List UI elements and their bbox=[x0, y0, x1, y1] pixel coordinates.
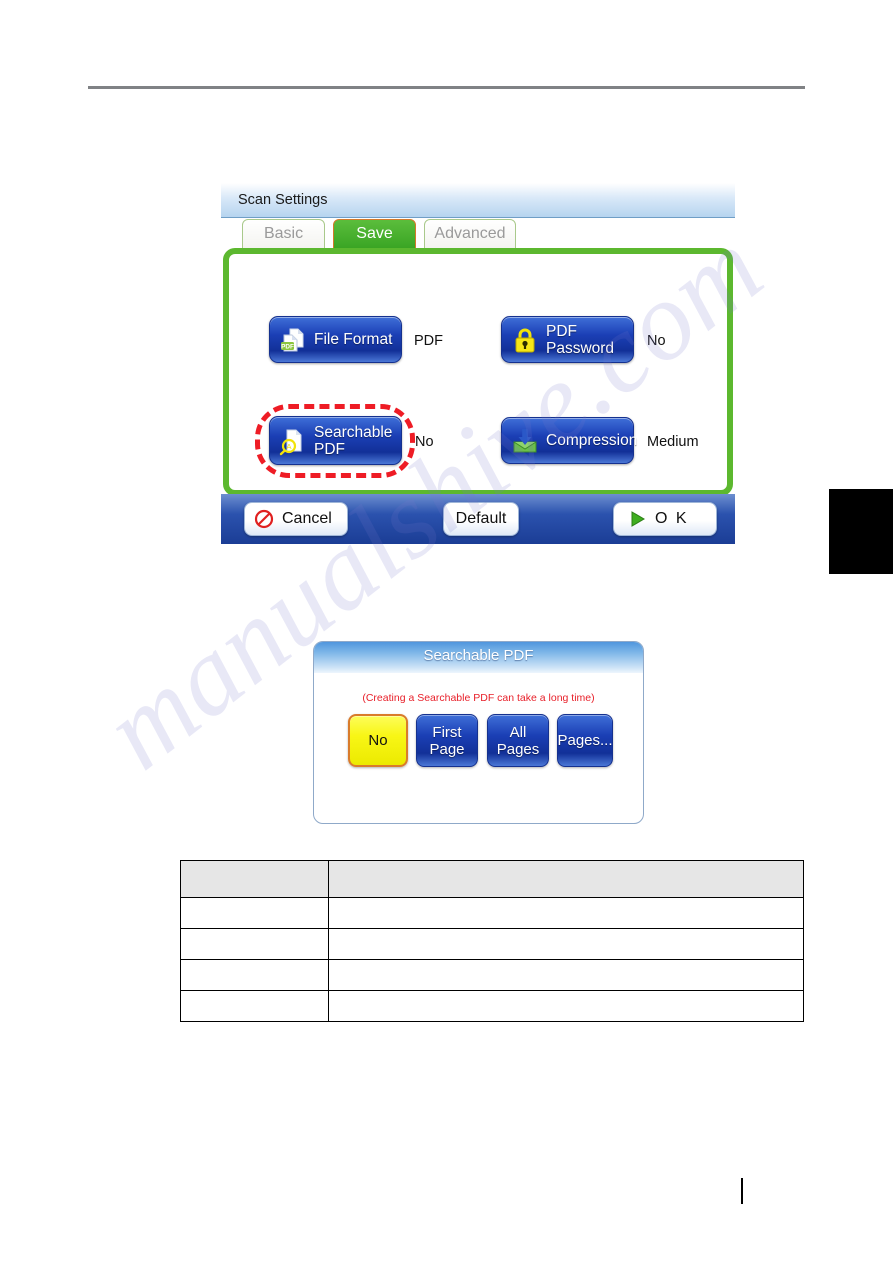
page-title: Scan Settings bbox=[238, 192, 328, 208]
option-all-pages-button[interactable]: All Pages bbox=[487, 714, 549, 767]
tab-save[interactable]: Save bbox=[333, 219, 416, 249]
table-cell bbox=[328, 928, 804, 960]
scan-settings-dialog: Scan Settings Basic Save Advanced PDF Fi… bbox=[221, 183, 735, 564]
option-all-pages-label: All Pages bbox=[497, 724, 540, 758]
pdf-password-label-line1: PDF bbox=[546, 322, 577, 340]
option-first-page-label-line2: Page bbox=[429, 740, 465, 758]
file-format-value: PDF bbox=[414, 333, 443, 349]
file-format-label: File Format bbox=[314, 331, 393, 348]
compression-label: Compression bbox=[546, 432, 638, 449]
option-first-page-button[interactable]: First Page bbox=[416, 714, 478, 767]
chapter-thumb-index bbox=[829, 489, 893, 574]
padlock-icon bbox=[510, 325, 540, 355]
file-format-button[interactable]: PDF File Format bbox=[269, 316, 402, 363]
table-cell bbox=[328, 990, 804, 1022]
searchable-pdf-options: No First Page All Pages Pages... bbox=[314, 714, 643, 770]
dialog-footer: Cancel Default O K bbox=[221, 494, 735, 544]
searchable-pdf-dialog: Searchable PDF (Creating a Searchable PD… bbox=[313, 641, 644, 824]
table-header-cell-2 bbox=[328, 860, 804, 898]
scan-settings-titlebar: Scan Settings bbox=[221, 183, 735, 218]
option-no-label: No bbox=[368, 732, 388, 749]
table-cell bbox=[328, 959, 804, 991]
option-first-page-label-line1: First bbox=[432, 723, 462, 741]
pdf-password-label: PDF Password bbox=[546, 323, 614, 357]
table-row bbox=[180, 897, 804, 929]
table-row bbox=[180, 990, 804, 1022]
prohibition-icon bbox=[254, 509, 274, 529]
pdf-password-value: No bbox=[647, 333, 666, 349]
option-first-page-label: First Page bbox=[429, 724, 464, 758]
searchable-pdf-highlight-ring bbox=[255, 404, 415, 478]
searchable-pdf-warning-note: (Creating a Searchable PDF can take a lo… bbox=[362, 692, 595, 704]
option-pages-label: Pages... bbox=[557, 732, 613, 749]
page-footer-mark bbox=[741, 1178, 743, 1204]
option-no-button[interactable]: No bbox=[348, 714, 408, 767]
tab-basic[interactable]: Basic bbox=[242, 219, 325, 249]
specification-table bbox=[180, 860, 804, 1022]
option-all-pages-label-line2: Pages bbox=[496, 740, 540, 758]
play-triangle-icon bbox=[627, 509, 647, 529]
searchable-pdf-value: No bbox=[415, 434, 434, 450]
table-cell bbox=[328, 897, 804, 929]
table-cell bbox=[180, 897, 329, 929]
compression-icon bbox=[510, 426, 540, 456]
page-header-rule bbox=[88, 86, 805, 89]
table-header-row bbox=[180, 860, 804, 898]
tab-bar: Basic Save Advanced bbox=[221, 219, 735, 249]
table-cell bbox=[180, 959, 329, 991]
table-row bbox=[180, 959, 804, 991]
compression-value: Medium bbox=[647, 434, 699, 450]
default-button[interactable]: Default bbox=[443, 502, 519, 536]
option-all-pages-label-line1: All bbox=[509, 723, 527, 741]
tab-advanced[interactable]: Advanced bbox=[424, 219, 516, 249]
compression-button[interactable]: Compression bbox=[501, 417, 638, 464]
ok-label: O K bbox=[655, 510, 689, 527]
default-label: Default bbox=[455, 510, 507, 527]
option-pages-button[interactable]: Pages... bbox=[557, 714, 613, 767]
table-cell bbox=[180, 990, 329, 1022]
table-row bbox=[180, 928, 804, 960]
svg-text:PDF: PDF bbox=[281, 343, 294, 350]
table-header-cell-1 bbox=[180, 860, 329, 898]
ok-button[interactable]: O K bbox=[613, 502, 717, 536]
pdf-password-button[interactable]: PDF Password bbox=[501, 316, 634, 363]
save-tab-panel: PDF File Format PDF PDF Password No A Se… bbox=[223, 248, 733, 496]
pdf-password-label-line2: Password bbox=[546, 339, 615, 357]
cancel-button[interactable]: Cancel bbox=[244, 502, 348, 536]
cancel-label: Cancel bbox=[282, 510, 332, 527]
searchable-pdf-dialog-title: Searchable PDF bbox=[423, 647, 534, 664]
pdf-document-icon: PDF bbox=[278, 325, 308, 355]
table-cell bbox=[180, 928, 329, 960]
